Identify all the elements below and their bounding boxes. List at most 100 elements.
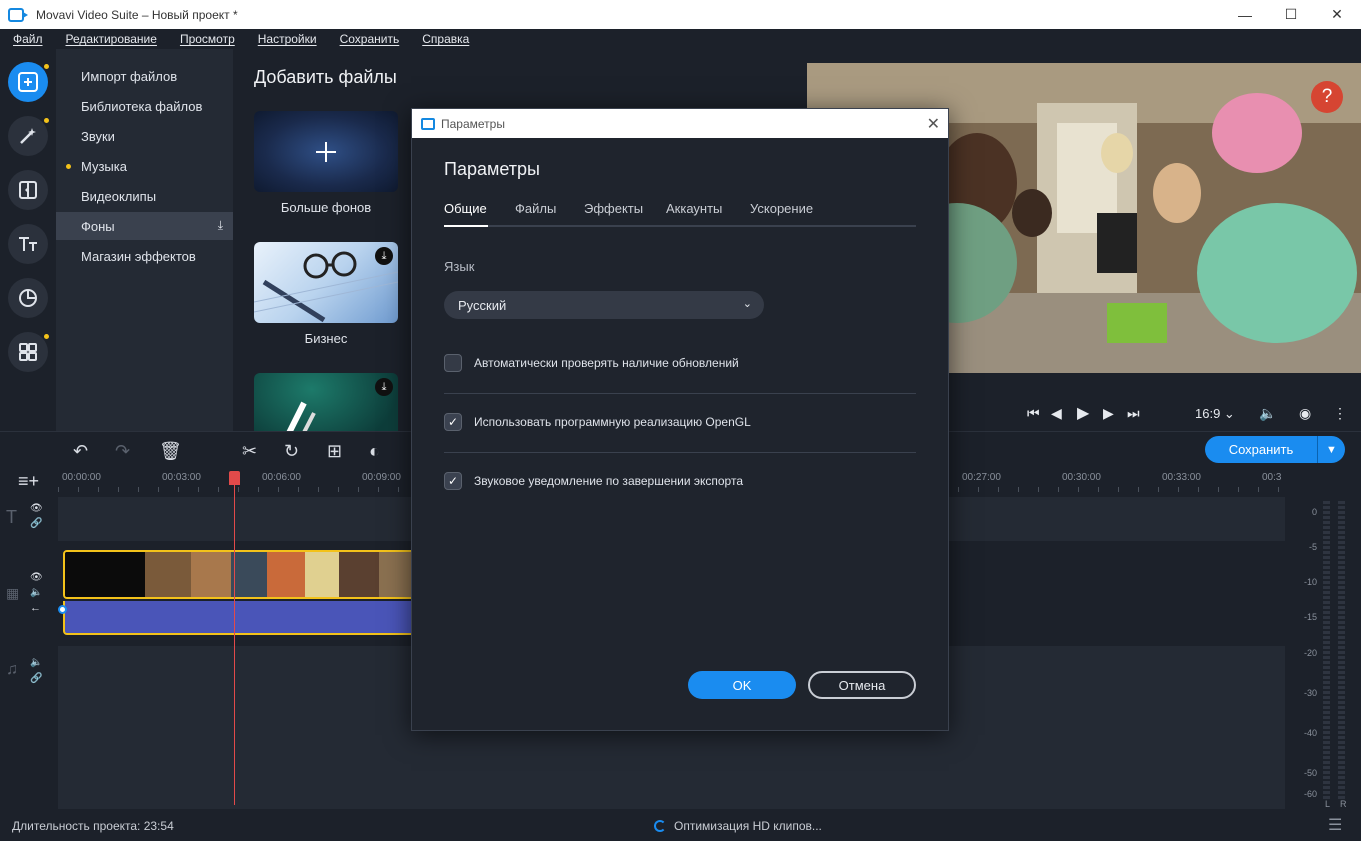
volume-icon[interactable]: 🔈 [1259,405,1276,422]
menu-save[interactable]: Сохранить [340,32,400,46]
playhead-handle[interactable] [229,471,240,485]
crop-icon[interactable]: ⊞ [327,442,342,460]
close-icon[interactable]: ✕ [1314,0,1360,29]
skip-start-icon[interactable]: ⏮ [1027,405,1040,422]
menu-settings[interactable]: Настройки [258,32,317,46]
tab-accounts[interactable]: Аккаунты [666,201,722,216]
active-tab-indicator [444,225,488,227]
tab-files[interactable]: Файлы [515,201,556,216]
transitions-icon[interactable] [8,170,48,210]
plus-icon [316,142,336,162]
maximize-icon[interactable]: ☐ [1268,0,1314,29]
category-backgrounds[interactable]: Фоны ⤓ [56,212,233,240]
chevron-down-icon: ⌄ [742,298,752,310]
arrow-left-icon[interactable]: ← [30,602,41,614]
category-music[interactable]: Музыка [56,152,233,180]
minimize-icon[interactable]: — [1222,0,1268,29]
app-logo-icon [8,7,28,22]
delete-icon[interactable]: 🗑 [159,442,182,460]
menu-file[interactable]: Файл [13,32,43,46]
link-icon[interactable]: 🔗 [30,518,42,529]
meter-bar-left [1323,501,1330,801]
add-track-icon[interactable]: ≡+ [18,471,39,492]
redo-icon[interactable]: ↷ [115,442,130,460]
title-bar: Movavi Video Suite – Новый проект * — ☐ … [0,0,1361,29]
clip-thumbnails [65,552,421,597]
export-sound-option[interactable]: ✓ Звуковое уведомление по завершении экс… [444,461,916,501]
skip-end-icon[interactable]: ⏭ [1127,405,1140,422]
divider [444,393,916,394]
download-icon[interactable]: ⤓ [218,218,223,233]
download-icon[interactable]: ⤓ [375,247,393,265]
opengl-option[interactable]: ✓ Использовать программную реализацию Op… [444,402,916,442]
category-effects-store[interactable]: Магазин эффектов [56,242,233,270]
opengl-checkbox[interactable]: ✓ [444,413,462,431]
dialog-title-bar: Параметры ✕ [412,109,948,138]
speaker-icon[interactable]: 🔈 [30,657,42,668]
background-tile[interactable]: ⤓ [254,373,398,431]
video-track-icon: ▦ [6,585,20,601]
business-tile[interactable]: ⤓ [254,242,398,323]
menu-edit[interactable]: Редактирование [66,32,157,46]
language-select[interactable]: Русский ⌄ [444,291,764,319]
play-icon[interactable]: ▶ [1077,403,1089,423]
import-icon[interactable] [8,62,49,102]
cut-icon[interactable]: ✂ [242,442,257,460]
next-frame-icon[interactable]: ▶ [1103,405,1114,422]
more-options-icon[interactable]: ⋮ [1333,405,1347,422]
cancel-button[interactable]: Отмена [808,671,916,699]
unlink-icon[interactable]: 🔗 [30,673,42,684]
titles-icon[interactable] [8,224,48,264]
audio-level-meter: 0 -5 -10 -15 -20 -30 -40 -50 -60 L R [1285,493,1361,809]
status-bar: Длительность проекта: 23:54 Оптимизация … [0,809,1361,841]
menu-bar: Файл Редактирование Просмотр Настройки С… [0,29,1361,49]
magic-wand-icon[interactable] [8,116,49,156]
playhead[interactable] [234,471,235,805]
category-sounds[interactable]: Звуки [56,122,233,150]
speaker-icon[interactable]: 🔈 [30,587,42,598]
category-file-library[interactable]: Библиотека файлов [56,92,233,120]
ok-button[interactable]: OK [688,671,796,699]
tab-acceleration[interactable]: Ускорение [750,201,813,216]
app-logo-icon [421,117,435,130]
export-sound-checkbox[interactable]: ✓ [444,472,462,490]
tab-effects[interactable]: Эффекты [584,201,643,216]
help-button[interactable]: ? [1311,81,1343,113]
settings-tabs: Общие Файлы Эффекты Аккаунты Ускорение [444,201,916,227]
optimization-status: Оптимизация HD клипов... [654,819,822,833]
close-icon[interactable]: ✕ [927,114,940,134]
eye-icon[interactable]: 👁 [30,572,43,583]
more-tools-icon[interactable] [8,332,49,372]
auto-update-option[interactable]: Автоматически проверять наличие обновлен… [444,343,916,383]
undo-icon[interactable]: ↶ [73,442,88,460]
aspect-ratio-select[interactable]: 16:9 ⌄ [1195,406,1235,422]
auto-update-checkbox[interactable] [444,354,462,372]
category-import-files[interactable]: Импорт файлов [56,62,233,90]
video-clip[interactable] [63,550,423,599]
chevron-down-icon[interactable]: ▼ [1318,444,1345,456]
prev-frame-icon[interactable]: ◀ [1051,405,1062,422]
save-button[interactable]: Сохранить ▼ [1205,436,1345,463]
import-categories: Импорт файлов Библиотека файлов Звуки Му… [56,49,233,431]
more-backgrounds-tile[interactable] [254,111,398,192]
audio-clip[interactable] [63,601,423,635]
eye-icon[interactable]: 👁 [30,503,43,514]
menu-view[interactable]: Просмотр [180,32,235,46]
category-video-clips[interactable]: Видеоклипы [56,182,233,210]
menu-help[interactable]: Справка [422,32,469,46]
layout-icon[interactable]: ☰ [1328,815,1342,835]
tab-general[interactable]: Общие [444,201,487,216]
project-duration: Длительность проекта: 23:54 [12,819,174,833]
volume-keyframe-handle[interactable] [58,605,67,614]
new-badge-dot [66,164,71,169]
language-label: Язык [444,259,475,274]
download-icon[interactable]: ⤓ [375,378,393,396]
snapshot-icon[interactable]: ◉ [1299,405,1311,422]
content-heading: Добавить файлы [254,67,397,87]
dialog-heading: Параметры [444,159,540,179]
color-adjust-icon[interactable]: ◐ [369,442,380,460]
track-headers: ≡+ T 👁 🔗 ▦ 👁 🔈 ← ♫ 🔈 🔗 [0,469,58,809]
tile-label: Больше фонов [280,200,372,215]
filters-icon[interactable] [8,278,48,318]
rotate-icon[interactable]: ↻ [284,442,299,460]
